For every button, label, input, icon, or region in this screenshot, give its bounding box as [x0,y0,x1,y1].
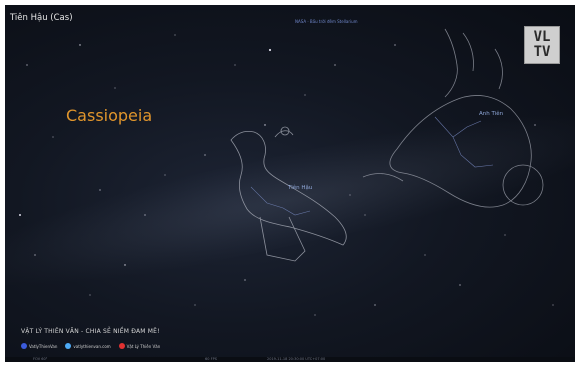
constellation-name: Cassiopeia [66,106,153,125]
social-youtube[interactable]: Vật Lý Thiên Văn [118,343,161,349]
social-facebook-label: VatlyThienVan [29,343,58,349]
top-credit: NASA · Bầu trời đêm Stellarium [295,19,358,24]
social-website[interactable]: vatlythienvan.com [65,343,111,349]
logo-line-2: TV [533,44,551,60]
web-icon [65,343,72,349]
neighbor-constellation-label: Anh Tiên [479,111,504,117]
social-website-label: vatlythienvan.com [73,343,111,349]
social-youtube-label: Vật Lý Thiên Văn [126,343,161,349]
promo-headline: VẬT LÝ THIÊN VĂN - CHIA SẺ NIỀM ĐAM MÊ! [21,328,160,335]
status-fov: FOV 60° [33,357,48,361]
social-facebook[interactable]: VatlyThienVan [21,343,57,349]
social-links: VatlyThienVan vatlythienvan.com Vật Lý T… [21,343,160,349]
logo-line-1: VL [533,29,551,45]
status-datetime: 2019-11-18 20:30:00 UTC+07:00 [267,357,326,361]
window-title: Tiên Hậu (Cas) [10,13,73,23]
youtube-icon [118,343,125,349]
sky-view[interactable]: Tiên Hậu (Cas) NASA · Bầu trời đêm Stell… [5,5,575,362]
status-fps: 60 FPS [205,357,217,361]
cassiopeia-figure [230,28,544,262]
vltv-logo: VL TV [524,26,560,64]
queen-label: Tiên Hậu [288,185,313,191]
facebook-icon [21,343,27,349]
status-bar: FOV 60° 60 FPS 2019-11-18 20:30:00 UTC+0… [5,357,575,362]
